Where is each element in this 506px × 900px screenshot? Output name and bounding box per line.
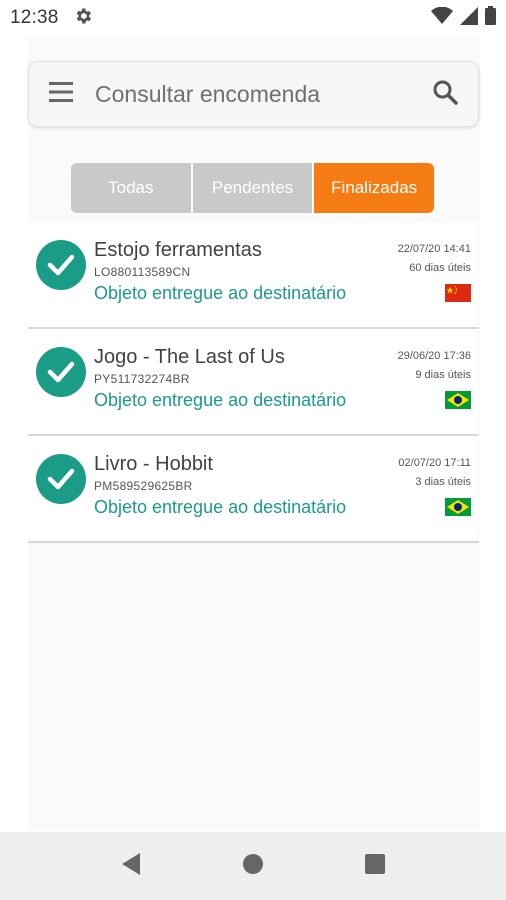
item-days: 60 dias úteis <box>409 262 471 274</box>
china-flag-icon <box>445 284 471 302</box>
check-icon <box>36 240 86 290</box>
check-icon <box>36 347 86 397</box>
item-days: 9 dias úteis <box>415 369 471 381</box>
brazil-flag-icon <box>445 498 471 516</box>
home-icon[interactable] <box>242 853 264 880</box>
settings-icon <box>73 6 93 31</box>
check-icon <box>36 454 86 504</box>
system-nav-bar <box>0 832 506 900</box>
back-icon[interactable] <box>120 852 142 881</box>
list-item[interactable]: Jogo - The Last of Us PY511732274BR Obje… <box>28 329 479 436</box>
battery-icon <box>485 6 496 30</box>
item-date: 22/07/20 14:41 <box>397 243 471 255</box>
tab-finalizadas[interactable]: Finalizadas <box>312 163 434 213</box>
item-date: 29/06/20 17:36 <box>397 350 471 362</box>
search-icon[interactable] <box>432 79 458 110</box>
signal-icon <box>460 6 478 30</box>
status-bar: 12:38 <box>0 0 506 36</box>
item-title: Jogo - The Last of Us <box>94 346 285 368</box>
item-status: Objeto entregue ao destinatário <box>94 283 347 303</box>
wifi-icon <box>431 6 453 30</box>
search-bar[interactable]: Consultar encomenda <box>28 61 479 127</box>
item-code: PM589529625BR <box>94 479 193 493</box>
item-title: Livro - Hobbit <box>94 453 213 475</box>
item-code: PY511732274BR <box>94 372 190 386</box>
filter-tabs: Todas Pendentes Finalizadas <box>71 163 434 213</box>
tab-todas[interactable]: Todas <box>71 163 191 213</box>
search-input[interactable]: Consultar encomenda <box>95 81 432 108</box>
list-item[interactable]: Estojo ferramentas LO880113589CN Objeto … <box>28 222 479 329</box>
item-status: Objeto entregue ao destinatário <box>94 497 347 517</box>
brazil-flag-icon <box>445 391 471 409</box>
tab-pendentes[interactable]: Pendentes <box>190 163 313 213</box>
list-item[interactable]: Livro - Hobbit PM589529625BR Objeto entr… <box>28 436 479 543</box>
item-date: 02/07/20 17:11 <box>398 457 471 469</box>
item-status: Objeto entregue ao destinatário <box>94 390 347 410</box>
item-code: LO880113589CN <box>94 265 191 279</box>
recents-icon[interactable] <box>364 853 386 880</box>
menu-icon[interactable] <box>49 81 73 107</box>
status-time: 12:38 <box>10 7 59 28</box>
item-days: 3 dias úteis <box>415 476 471 488</box>
item-title: Estojo ferramentas <box>94 239 262 261</box>
shipment-list: Estojo ferramentas LO880113589CN Objeto … <box>28 222 479 543</box>
